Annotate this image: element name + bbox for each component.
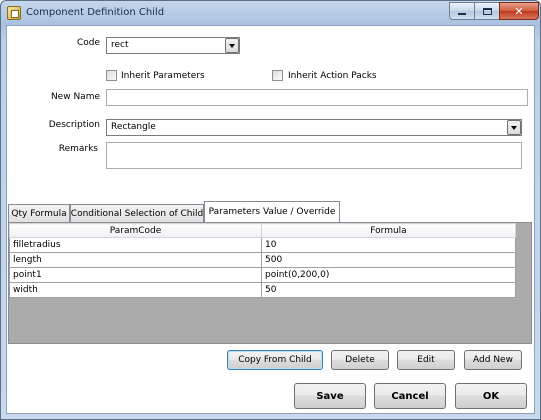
minimize-icon (458, 13, 466, 15)
param-cell[interactable]: width (9, 282, 262, 298)
inherit-action-packs-checkbox[interactable] (272, 70, 283, 81)
minimize-button[interactable] (449, 2, 475, 20)
description-value: Rectangle (111, 122, 156, 132)
description-label: Description (48, 120, 100, 130)
component-window-icon (7, 6, 21, 20)
param-cell[interactable]: filletradius (9, 237, 262, 253)
close-button[interactable]: ✕ (499, 2, 539, 20)
maximize-icon (482, 7, 492, 15)
param-cell[interactable]: point1 (9, 267, 262, 283)
code-combobox[interactable]: rect (106, 37, 240, 54)
inherit-parameters-checkbox[interactable] (106, 70, 117, 81)
add-new-button[interactable]: Add New (464, 350, 522, 370)
tab-conditional-selection[interactable]: Conditional Selection of Child (70, 204, 204, 222)
table-row[interactable]: width 50 (9, 282, 516, 298)
param-cell[interactable]: length (9, 252, 262, 268)
column-header-paramcode[interactable]: ParamCode (9, 223, 262, 238)
formula-cell[interactable]: 500 (261, 252, 516, 268)
save-button[interactable]: Save (294, 383, 366, 409)
tab-qty-formula[interactable]: Qty Formula (8, 204, 70, 222)
formula-cell[interactable]: 50 (261, 282, 516, 298)
table-row[interactable]: point1 point(0,200,0) (9, 267, 516, 283)
code-value: rect (111, 40, 129, 50)
formula-cell[interactable]: 10 (261, 237, 516, 253)
maximize-button[interactable] (474, 2, 500, 20)
cancel-label: Cancel (391, 390, 429, 402)
cancel-button[interactable]: Cancel (374, 383, 446, 409)
remarks-textarea[interactable] (106, 142, 522, 169)
table-row[interactable]: filletradius 10 (9, 237, 516, 253)
description-combobox[interactable]: Rectangle (106, 119, 522, 136)
delete-button[interactable]: Delete (331, 350, 389, 370)
tab-parameters-value-override[interactable]: Parameters Value / Override (204, 201, 340, 222)
new-name-input[interactable] (106, 89, 528, 106)
ok-button[interactable]: OK (455, 383, 527, 409)
parameters-grid[interactable]: ParamCode Formula filletradius 10 length… (9, 223, 516, 298)
copy-from-child-button[interactable]: Copy From Child (227, 350, 323, 370)
inherit-parameters-label: Inherit Parameters (121, 71, 205, 81)
window-title: Component Definition Child (26, 7, 165, 18)
add-new-label: Add New (473, 355, 513, 365)
copy-from-child-label: Copy From Child (238, 355, 312, 365)
formula-cell[interactable]: point(0,200,0) (261, 267, 516, 283)
chevron-down-icon (511, 125, 517, 130)
inherit-action-packs-label: Inherit Action Packs (288, 71, 377, 81)
description-dropdown-button[interactable] (507, 120, 521, 135)
edit-button[interactable]: Edit (397, 350, 455, 370)
delete-label: Delete (345, 355, 375, 365)
close-icon: ✕ (514, 4, 524, 18)
save-label: Save (316, 390, 344, 402)
column-header-formula[interactable]: Formula (261, 223, 516, 238)
chevron-down-icon (229, 43, 235, 48)
edit-label: Edit (417, 355, 435, 365)
table-row[interactable]: length 500 (9, 252, 516, 268)
remarks-label: Remarks (58, 144, 98, 154)
code-label: Code (76, 38, 100, 48)
code-dropdown-button[interactable] (225, 38, 239, 53)
title-bar[interactable]: Component Definition Child ✕ (1, 1, 540, 25)
new-name-label: New Name (50, 92, 100, 102)
ok-label: OK (482, 390, 500, 402)
